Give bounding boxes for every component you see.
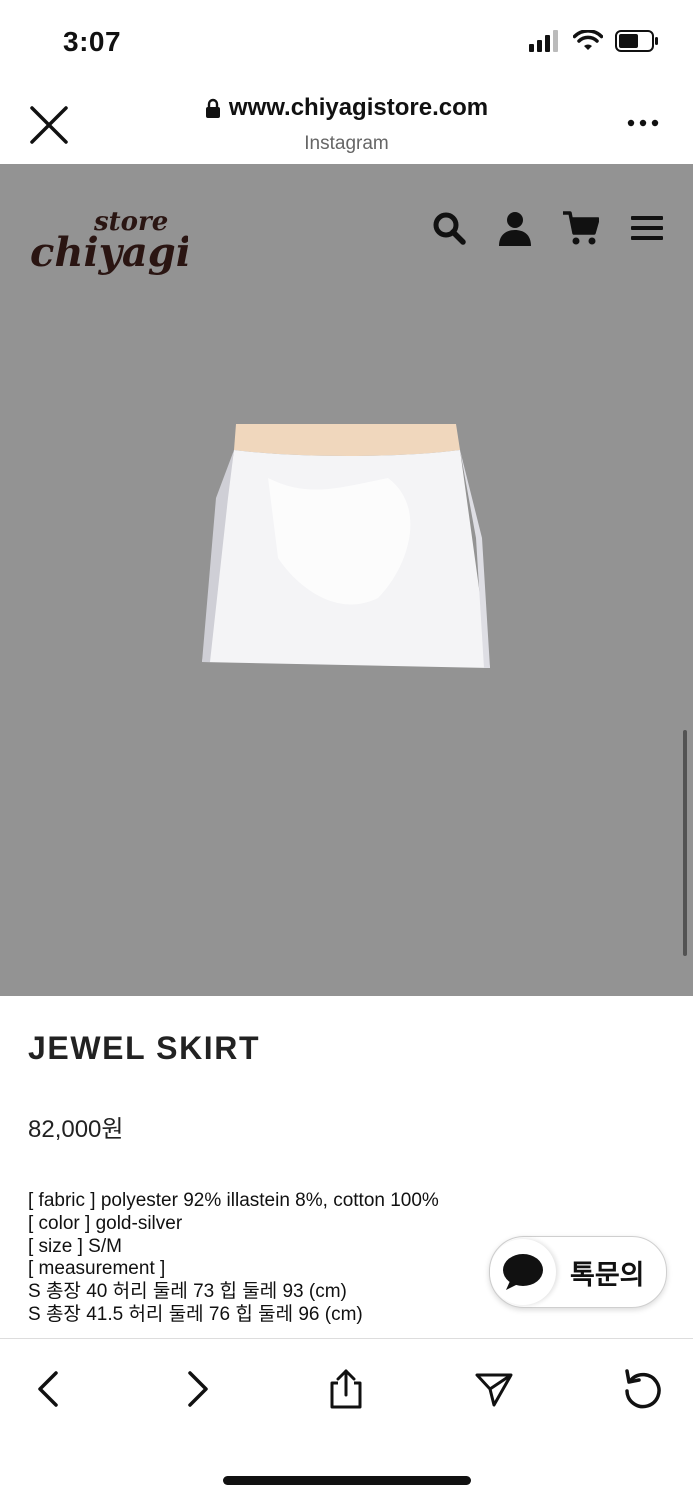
url-text: www.chiyagistore.com (228, 94, 489, 121)
cart-icon[interactable] (563, 210, 599, 246)
url-area[interactable]: www.chiyagistore.com Instagram (0, 94, 693, 155)
browser-toolbar (0, 1338, 693, 1435)
account-icon[interactable] (497, 210, 533, 246)
forward-icon[interactable] (178, 1369, 218, 1409)
chat-button-label: 톡문의 (570, 1259, 645, 1290)
header-nav (431, 210, 665, 246)
status-bar: 3:07 (0, 0, 693, 88)
more-options-icon[interactable] (627, 118, 659, 128)
back-icon[interactable] (28, 1369, 68, 1409)
source-label: Instagram (304, 133, 389, 154)
search-icon[interactable] (431, 210, 467, 246)
home-indicator (223, 1476, 471, 1485)
status-time: 3:07 (63, 26, 122, 57)
share-icon[interactable] (326, 1369, 366, 1409)
scroll-indicator[interactable] (683, 730, 687, 956)
signal-icon (529, 30, 558, 52)
lock-icon (205, 98, 220, 118)
product-price: 82,000원 (28, 1116, 124, 1143)
status-icons (529, 30, 659, 52)
send-icon[interactable] (474, 1369, 514, 1409)
chat-bubble-icon (503, 1254, 543, 1290)
product-hero: store chiyagi (0, 164, 693, 996)
detail-line: [ color ] gold-silver (28, 1212, 183, 1234)
wifi-icon (573, 30, 603, 50)
site-logo[interactable]: store chiyagi (28, 200, 188, 276)
menu-icon[interactable] (629, 210, 665, 246)
in-app-browser-bar: www.chiyagistore.com Instagram (0, 88, 693, 164)
svg-text:chiyagi: chiyagi (30, 229, 188, 276)
detail-line: [ fabric ] polyester 92% illastein 8%, c… (28, 1190, 439, 1211)
kakaotalk-inquiry-button[interactable]: 톡문의 (489, 1236, 667, 1308)
chat-bubble-wrap (490, 1239, 556, 1305)
battery-icon (615, 30, 658, 52)
product-image-skirt[interactable] (198, 418, 498, 674)
product-title: JEWEL SKIRT (28, 1030, 261, 1066)
reload-icon[interactable] (622, 1369, 662, 1409)
